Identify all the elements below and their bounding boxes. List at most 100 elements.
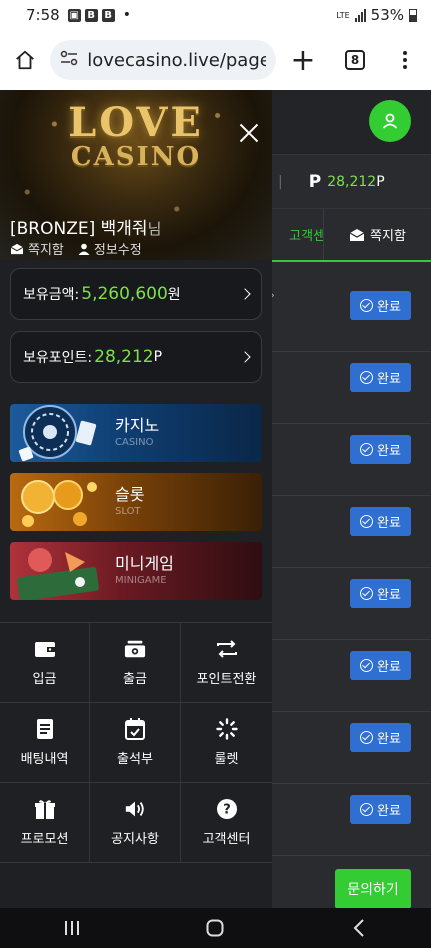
- system-nav-bar: [0, 908, 431, 948]
- menu-notice[interactable]: 공지사항: [90, 783, 181, 863]
- menu-attendance[interactable]: 출석부: [90, 703, 181, 783]
- messages-link[interactable]: 쪽지함: [10, 239, 64, 258]
- status-badge: 완료: [350, 507, 411, 536]
- menu-point-exchange[interactable]: 포인트전환: [181, 623, 272, 703]
- network-type: LTE: [336, 10, 350, 20]
- person-icon: [78, 243, 90, 255]
- status-bar: 7:58 ▣ B B • LTE 53%: [0, 0, 431, 30]
- home-icon: [16, 50, 34, 70]
- gallery-notification-icon: ▣: [67, 8, 81, 22]
- address-bar[interactable]: lovecasino.live/page?h: [50, 40, 276, 80]
- home-circle-icon: [206, 919, 224, 937]
- minigame-art: [10, 542, 105, 600]
- list-item[interactable]: 완료: [272, 352, 431, 424]
- status-time: 7:58: [26, 6, 60, 24]
- status-badge: 완료: [350, 363, 411, 392]
- minigame-banner[interactable]: 미니게임 MINIGAME: [10, 542, 262, 600]
- balance-card[interactable]: 보유금액: 5,260,600 원: [10, 268, 262, 320]
- edit-profile-link[interactable]: 정보수정: [78, 239, 142, 258]
- recents-icon: [64, 921, 79, 935]
- points-card[interactable]: 보유포인트: 28,212 P: [10, 331, 262, 383]
- check-circle-icon: [360, 803, 374, 816]
- back-button[interactable]: [329, 908, 389, 948]
- drawer-menu-grid: 입금 출금 포인트전환 배팅내역 출석부 룰렛 프로모션 공지사항 ? 고객센터: [0, 622, 272, 863]
- spinner-icon: [215, 718, 238, 740]
- inquiry-button[interactable]: 문의하기: [335, 869, 411, 909]
- plus-icon: +: [290, 42, 316, 78]
- recent-apps-button[interactable]: [42, 908, 102, 948]
- home-button[interactable]: [0, 30, 50, 90]
- casino-title: 카지노: [115, 416, 160, 435]
- menu-bet-history[interactable]: 배팅내역: [0, 703, 90, 783]
- casino-subtitle: CASINO: [115, 437, 154, 448]
- minigame-subtitle: MINIGAME: [115, 575, 167, 586]
- inquiry-list: › 완료 완료 완료 완료 완료 완료 완료 완료: [270, 280, 431, 856]
- b-app-notification-icon-2: B: [101, 8, 115, 22]
- calendar-check-icon: [124, 718, 146, 740]
- close-icon[interactable]: [238, 122, 260, 144]
- slot-title: 슬롯: [115, 485, 145, 504]
- menu-deposit[interactable]: 입금: [0, 623, 90, 703]
- check-circle-icon: [360, 587, 374, 600]
- new-tab-button[interactable]: +: [276, 30, 330, 90]
- menu-support[interactable]: ? 고객센터: [181, 783, 272, 863]
- list-item[interactable]: 완료: [272, 640, 431, 712]
- status-badge: 완료: [350, 795, 411, 824]
- user-name: [BRONZE] 백개줘님: [10, 219, 162, 239]
- status-badge: 완료: [350, 579, 411, 608]
- header-points-value: 28,212: [327, 173, 377, 190]
- svg-text:?: ?: [223, 803, 231, 818]
- casino-banner[interactable]: 카지노 CASINO: [10, 404, 262, 462]
- header-points: | P 28,212 P: [272, 154, 431, 208]
- tab-switcher-button[interactable]: 8: [330, 30, 380, 90]
- site-settings-icon[interactable]: [60, 50, 79, 70]
- signal-icon: [354, 8, 366, 22]
- points-unit: P: [153, 349, 163, 365]
- side-drawer: LOVE CASINO [BRONZE] 백개줘님 쪽지함 정보수정 보유금액:: [0, 90, 272, 908]
- battery-percent: 53%: [370, 6, 404, 24]
- list-item[interactable]: 완료: [272, 424, 431, 496]
- back-icon: [353, 919, 364, 937]
- check-circle-icon: [360, 299, 374, 312]
- drawer-hero: LOVE CASINO [BRONZE] 백개줘님 쪽지함 정보수정: [0, 90, 272, 260]
- exchange-icon: [216, 638, 238, 660]
- menu-promotion[interactable]: 프로모션: [0, 783, 90, 863]
- list-item[interactable]: 완료: [272, 568, 431, 640]
- tab-messages[interactable]: 쪽지함: [324, 209, 431, 260]
- chevron-right-icon: [239, 351, 251, 363]
- list-item[interactable]: 완료: [272, 784, 431, 856]
- list-item[interactable]: 완료: [272, 496, 431, 568]
- tab-support[interactable]: 고객센터: [272, 209, 324, 260]
- check-circle-icon: [360, 731, 374, 744]
- more-notifications-icon: •: [122, 7, 131, 23]
- user-icon: [382, 113, 398, 129]
- slot-banner[interactable]: 슬롯 SLOT: [10, 473, 262, 531]
- status-badge: 완료: [350, 435, 411, 464]
- minigame-title: 미니게임: [115, 554, 174, 573]
- menu-withdraw[interactable]: 출금: [90, 623, 181, 703]
- menu-roulette[interactable]: 룰렛: [181, 703, 272, 783]
- home-nav-button[interactable]: [185, 908, 245, 948]
- balance-unit: 원: [167, 287, 181, 303]
- list-item[interactable]: › 완료: [270, 280, 431, 352]
- battery-icon: [409, 8, 417, 22]
- points-badge: P: [308, 171, 322, 192]
- balance-value: 5,260,600: [81, 284, 168, 304]
- check-circle-icon: [360, 371, 374, 384]
- status-badge: 완료: [350, 651, 411, 680]
- user-menu-button[interactable]: [369, 100, 411, 142]
- browser-menu-button[interactable]: [380, 30, 430, 90]
- list-item[interactable]: 완료: [272, 712, 431, 784]
- message-icon: [10, 243, 24, 254]
- tab-count: 8: [345, 50, 365, 70]
- check-circle-icon: [360, 443, 374, 456]
- wallet-icon: [34, 638, 56, 660]
- b-app-notification-icon: B: [84, 8, 98, 22]
- speaker-icon: [124, 798, 146, 820]
- roulette-art: [10, 404, 105, 462]
- page-tabs: 고객센터 쪽지함: [272, 208, 431, 262]
- header-points-unit: P: [376, 173, 385, 190]
- check-circle-icon: [360, 515, 374, 528]
- gift-icon: [34, 798, 56, 820]
- question-icon: ?: [216, 798, 238, 820]
